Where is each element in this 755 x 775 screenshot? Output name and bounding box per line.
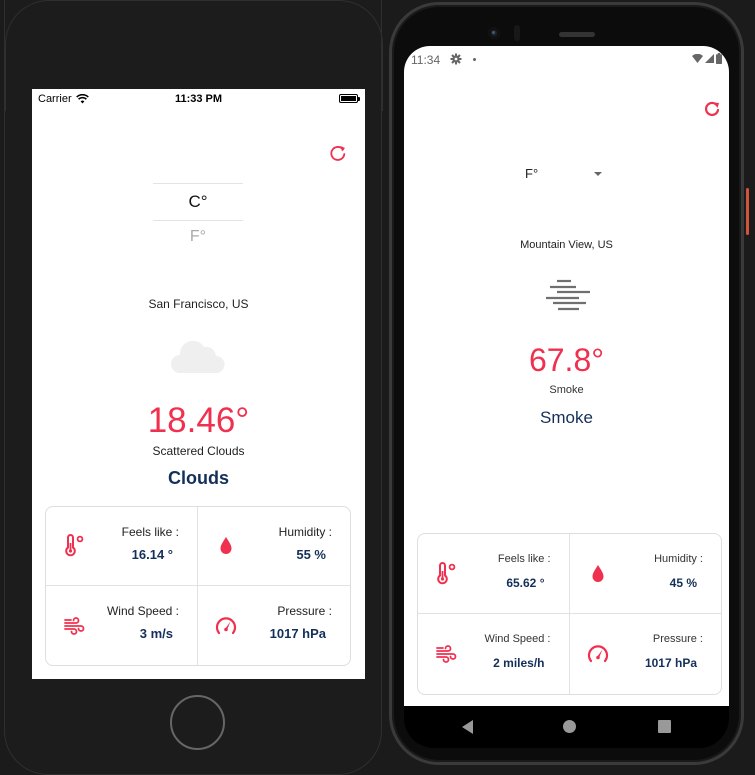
pressure-label: Pressure :: [652, 633, 703, 645]
android-clock: 11:34: [411, 53, 441, 67]
weather-details-grid: Feels like : 16.14 ° Humidity : 55 % Win…: [45, 506, 351, 666]
pressure-value: 1017 hPa: [644, 656, 697, 670]
back-button-icon[interactable]: [462, 720, 473, 734]
wind-speed-value: 2 miles/h: [493, 656, 545, 670]
wind-speed-label: Wind Speed :: [484, 633, 551, 645]
cloud-icon: [171, 340, 225, 373]
humidity-cell: Humidity : 45 %: [569, 534, 721, 614]
unit-dropdown-value: F°: [525, 166, 539, 181]
weather-main: Clouds: [168, 468, 229, 488]
dropdown-caret-icon: [594, 172, 602, 176]
feels-like-cell: Feels like : 65.62 °: [418, 534, 570, 614]
weather-description: Smoke: [549, 384, 584, 396]
feels-like-label: Feels like :: [121, 525, 179, 539]
thermometer-icon: [65, 534, 84, 557]
refresh-icon[interactable]: [328, 143, 348, 163]
pressure-value: 1017 hPa: [269, 626, 326, 641]
wind-icon: [436, 645, 457, 663]
wind-icon: [64, 616, 85, 635]
humidity-cell: Humidity : 55 %: [198, 507, 350, 586]
weather-main: Smoke: [540, 408, 593, 427]
temperature-value: 67.8°: [528, 342, 605, 378]
humidity-value: 55 %: [296, 547, 326, 562]
pressure-cell: Pressure : 1017 hPa: [198, 586, 350, 665]
android-status-bar: 11:34: [404, 46, 729, 68]
earpiece-speaker: [559, 32, 595, 37]
ios-clock: 11:33 PM: [174, 93, 223, 105]
unit-option-fahrenheit[interactable]: F°: [153, 221, 243, 251]
android-screen: 11:34 F° Mountain View, US 67.8° Smoke S…: [404, 46, 729, 706]
ios-screen: Carrier 11:33 PM C° F° San Francisco, US…: [32, 89, 365, 679]
temperature-value: 18.46°: [147, 401, 250, 440]
ios-home-button[interactable]: [170, 695, 225, 750]
wind-speed-label: Wind Speed :: [106, 604, 179, 618]
settings-gear-icon: [450, 53, 462, 65]
unit-option-celsius[interactable]: C°: [153, 184, 243, 220]
unit-picker[interactable]: C° F°: [153, 183, 243, 251]
battery-icon: [716, 53, 722, 64]
iphone-device-frame: Carrier 11:33 PM C° F° San Francisco, US…: [4, 0, 383, 775]
status-icons: [692, 53, 722, 64]
refresh-icon[interactable]: [702, 99, 722, 119]
feels-like-label: Feels like :: [497, 553, 551, 565]
humidity-drop-icon: [220, 537, 232, 554]
proximity-sensor: [514, 25, 520, 41]
feels-like-value: 16.14 °: [131, 547, 173, 562]
mist-icon: [546, 279, 590, 311]
cellular-signal-icon: [705, 54, 714, 63]
wind-speed-value: 3 m/s: [139, 626, 173, 641]
feels-like-cell: Feels like : 16.14 °: [46, 507, 198, 586]
android-device-frame: 11:34 F° Mountain View, US 67.8° Smoke S…: [389, 2, 749, 765]
city-label: Mountain View, US: [520, 239, 613, 251]
city-label: San Francisco, US: [148, 297, 249, 311]
ios-status-bar: Carrier 11:33 PM: [32, 89, 365, 109]
pressure-cell: Pressure : 1017 hPa: [570, 614, 722, 694]
pressure-gauge-icon: [587, 645, 608, 663]
wifi-icon: [692, 54, 703, 63]
humidity-label: Humidity :: [278, 525, 332, 539]
wind-speed-cell: Wind Speed : 3 m/s: [46, 586, 198, 665]
front-camera: [488, 27, 500, 39]
power-button[interactable]: [746, 188, 749, 235]
pressure-label: Pressure :: [277, 604, 332, 618]
humidity-value: 45 %: [669, 576, 697, 590]
notification-dot: [473, 58, 476, 61]
weather-details-grid: Feels like : 65.62 ° Humidity : 45 % Win…: [417, 533, 722, 695]
unit-dropdown[interactable]: F°: [522, 164, 602, 186]
home-button-icon[interactable]: [563, 720, 576, 733]
humidity-drop-icon: [592, 564, 603, 582]
feels-like-value: 65.62 °: [506, 576, 545, 590]
wind-speed-cell: Wind Speed : 2 miles/h: [418, 614, 570, 694]
weather-description: Scattered Clouds: [152, 444, 245, 458]
thermometer-icon: [437, 561, 456, 584]
recent-apps-button-icon[interactable]: [658, 720, 671, 733]
pressure-gauge-icon: [215, 616, 237, 634]
humidity-label: Humidity :: [654, 553, 703, 565]
android-navigation-bar: [404, 706, 729, 748]
battery-icon: [339, 94, 360, 103]
